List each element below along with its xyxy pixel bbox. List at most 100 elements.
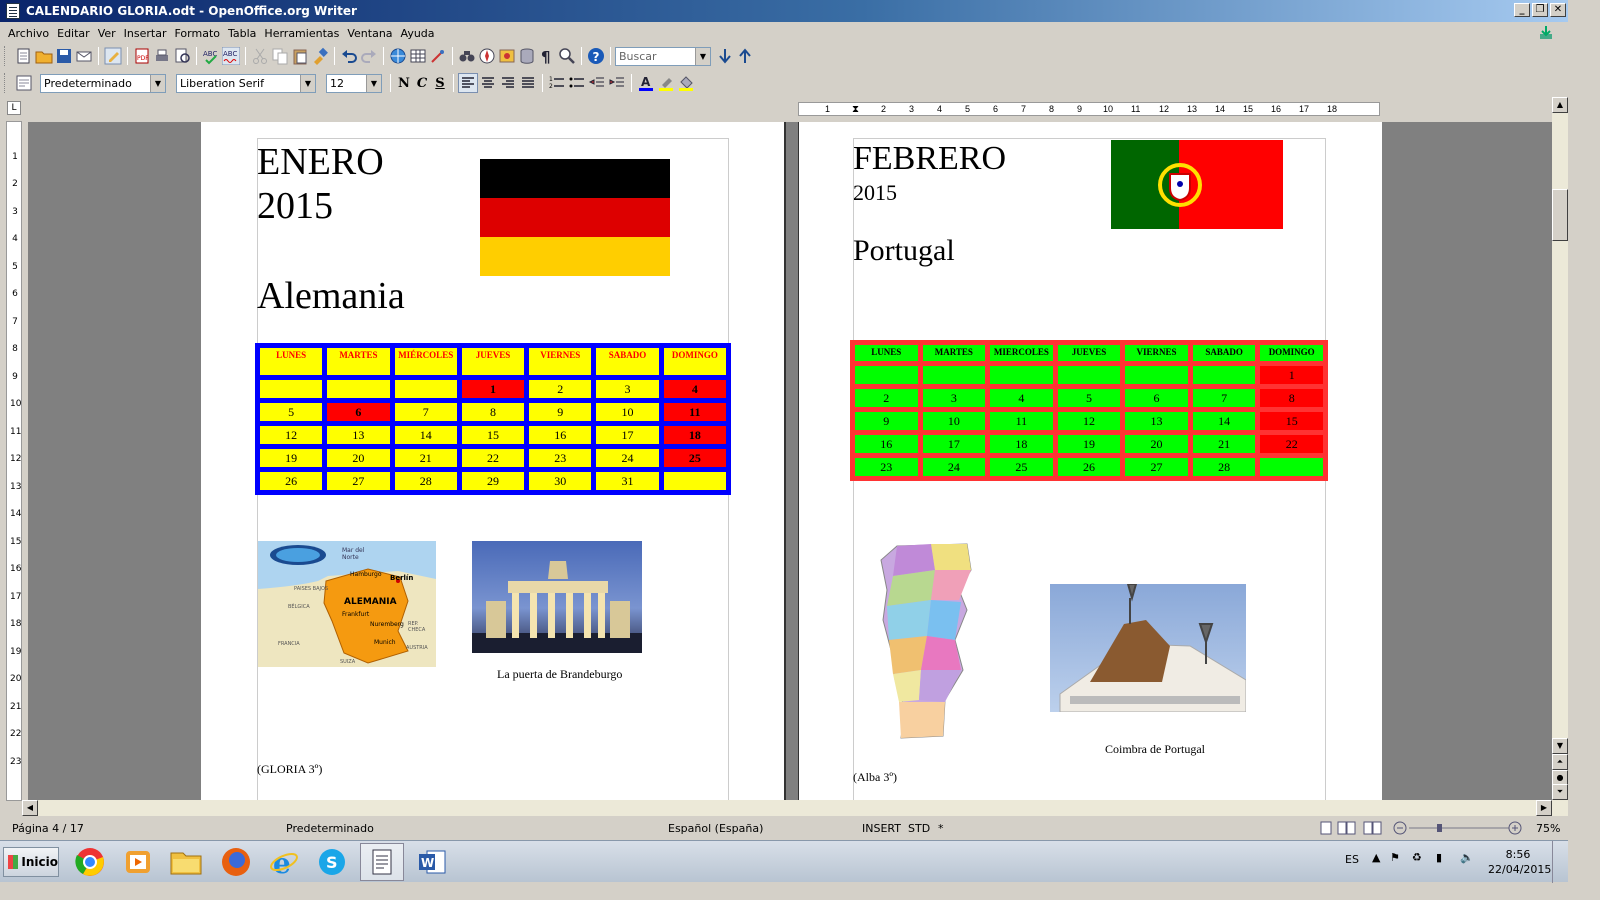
print-preview-icon[interactable] — [173, 47, 191, 65]
calendar-day-cell[interactable] — [990, 366, 1053, 384]
styles-formatting-icon[interactable] — [15, 74, 33, 92]
cut-icon[interactable] — [251, 47, 269, 65]
clock-time[interactable]: 8:56 — [1500, 848, 1536, 861]
calendar-day-cell[interactable]: 27 — [1125, 458, 1188, 476]
vertical-scrollbar[interactable]: ▲ ▼ ⏶ ● ⏷ — [1552, 97, 1568, 800]
skype-icon[interactable]: S — [310, 843, 354, 881]
calendar-day-cell[interactable]: 18 — [990, 435, 1053, 453]
calendar-day-cell[interactable]: 23 — [855, 458, 918, 476]
calendar-day-cell[interactable]: 25 — [663, 449, 726, 467]
germany-flag[interactable] — [480, 159, 670, 276]
calendar-day-cell[interactable]: 15 — [461, 426, 525, 444]
internet-explorer-icon[interactable]: e — [262, 843, 306, 881]
portugal-flag[interactable] — [1111, 140, 1283, 229]
calendar-day-cell[interactable]: 1 — [461, 380, 525, 398]
help-icon[interactable]: ? — [587, 47, 605, 65]
calendar-day-cell[interactable]: 27 — [327, 472, 390, 490]
chevron-down-icon[interactable]: ▼ — [695, 47, 710, 65]
calendar-day-cell[interactable]: 11 — [663, 403, 726, 421]
draw-functions-icon[interactable] — [429, 47, 447, 65]
chevron-down-icon[interactable]: ▼ — [300, 74, 315, 92]
calendar-day-cell[interactable] — [1260, 458, 1323, 476]
menu-tabla[interactable]: Tabla — [224, 27, 260, 40]
calendar-day-cell[interactable]: 14 — [1192, 412, 1256, 430]
align-center-icon[interactable] — [479, 74, 497, 92]
font-name-select[interactable]: Liberation Serif ▼ — [176, 73, 316, 93]
calendar-day-cell[interactable] — [1057, 366, 1121, 384]
calendar-day-cell[interactable]: 6 — [327, 403, 390, 421]
calendar-day-cell[interactable]: 28 — [394, 472, 457, 490]
start-button[interactable]: Inicio — [3, 847, 59, 877]
calendar-day-cell[interactable]: 31 — [596, 472, 659, 490]
calendar-day-cell[interactable]: 9 — [855, 412, 918, 430]
menu-herramientas[interactable]: Herramientas — [260, 27, 343, 40]
firefox-icon[interactable] — [214, 843, 258, 881]
page-febrero[interactable]: FEBRERO 2015 Portugal LUNES MARTES MIERCOL… — [799, 122, 1382, 800]
font-size-select[interactable]: 12 ▼ — [326, 73, 382, 93]
spellcheck-icon[interactable]: ABC — [202, 47, 220, 65]
calendar-day-cell[interactable]: 11 — [990, 412, 1053, 430]
calendar-day-cell[interactable]: 26 — [260, 472, 323, 490]
undo-icon[interactable] — [340, 47, 358, 65]
next-page-icon[interactable]: ⏷ — [1552, 784, 1568, 800]
open-folder-icon[interactable] — [35, 47, 53, 65]
copy-icon[interactable] — [271, 47, 289, 65]
selection-mode-indicator[interactable]: STD — [908, 822, 930, 835]
calendar-day-cell[interactable]: 19 — [260, 449, 323, 467]
horizontal-scrollbar[interactable]: ◀ ▶ — [22, 800, 1568, 816]
calendar-day-cell[interactable]: 10 — [922, 412, 986, 430]
calendar-day-cell[interactable]: 19 — [1057, 435, 1121, 453]
nonprinting-chars-icon[interactable]: ¶ — [538, 47, 556, 65]
export-pdf-icon[interactable]: PDF — [133, 47, 151, 65]
menu-ayuda[interactable]: Ayuda — [397, 27, 439, 40]
portugal-map[interactable] — [871, 540, 1001, 740]
align-right-icon[interactable] — [499, 74, 517, 92]
menu-ventana[interactable]: Ventana — [343, 27, 396, 40]
show-desktop-button[interactable] — [1552, 841, 1568, 883]
new-document-icon[interactable] — [15, 47, 33, 65]
brandenburg-gate-photo[interactable] — [472, 541, 642, 653]
italic-button[interactable]: C — [413, 76, 431, 91]
calendar-day-cell[interactable]: 13 — [1125, 412, 1188, 430]
calendar-day-cell[interactable]: 8 — [1260, 389, 1323, 407]
calendar-day-cell[interactable]: 7 — [1192, 389, 1256, 407]
calendar-day-cell[interactable]: 23 — [529, 449, 592, 467]
calendar-day-cell[interactable]: 4 — [663, 380, 726, 398]
calendar-day-cell[interactable]: 2 — [529, 380, 592, 398]
calendar-day-cell[interactable] — [663, 472, 726, 490]
calendar-day-cell[interactable]: 22 — [1260, 435, 1323, 453]
calendar-day-cell[interactable]: 16 — [855, 435, 918, 453]
show-hidden-icons-icon[interactable]: ▲ — [1372, 851, 1380, 864]
calendar-day-cell[interactable]: 24 — [922, 458, 986, 476]
calendar-day-cell[interactable] — [855, 366, 918, 384]
calendar-day-cell[interactable] — [1125, 366, 1188, 384]
calendar-day-cell[interactable]: 16 — [529, 426, 592, 444]
calendar-day-cell[interactable]: 12 — [260, 426, 323, 444]
horizontal-ruler[interactable]: 1 ⧗ 2 3 4 5 6 7 8 9 10 11 12 13 14 15 16… — [798, 102, 1380, 116]
calendar-day-cell[interactable]: 15 — [1260, 412, 1323, 430]
scroll-left-icon[interactable]: ◀ — [22, 800, 38, 816]
calendar-day-cell[interactable] — [1192, 366, 1256, 384]
view-layout-icon[interactable] — [1320, 821, 1384, 838]
find-replace-icon[interactable] — [458, 47, 476, 65]
clock-date[interactable]: 22/04/2015 — [1488, 863, 1551, 876]
calendar-day-cell[interactable]: 13 — [327, 426, 390, 444]
language-indicator[interactable]: Español (España) — [668, 822, 763, 835]
calendar-day-cell[interactable]: 5 — [1057, 389, 1121, 407]
calendar-table-febrero[interactable]: LUNES MARTES MIERCOLES JUEVES VIERNES SABADO D… — [850, 340, 1328, 481]
word-icon[interactable]: W — [410, 843, 454, 881]
zoom-icon[interactable] — [558, 47, 576, 65]
calendar-day-cell[interactable]: 26 — [1057, 458, 1121, 476]
previous-page-icon[interactable]: ⏶ — [1552, 754, 1568, 770]
table-icon[interactable] — [409, 47, 427, 65]
calendar-table-enero[interactable]: LUNES MARTES MIÉRCOLES JUEVES VIERNES SABADO D… — [255, 343, 731, 495]
scroll-down-icon[interactable]: ▼ — [1552, 738, 1568, 754]
calendar-day-cell[interactable]: 1 — [1260, 366, 1323, 384]
save-icon[interactable] — [55, 47, 73, 65]
chrome-icon[interactable] — [68, 843, 112, 881]
germany-map[interactable]: Mar del Norte ALEMANIA Hamburgo Berlín F… — [258, 541, 436, 667]
calendar-day-cell[interactable]: 6 — [1125, 389, 1188, 407]
calendar-day-cell[interactable]: 8 — [461, 403, 525, 421]
paragraph-style-select[interactable]: Predeterminado ▼ — [40, 73, 166, 93]
calendar-day-cell[interactable]: 17 — [922, 435, 986, 453]
